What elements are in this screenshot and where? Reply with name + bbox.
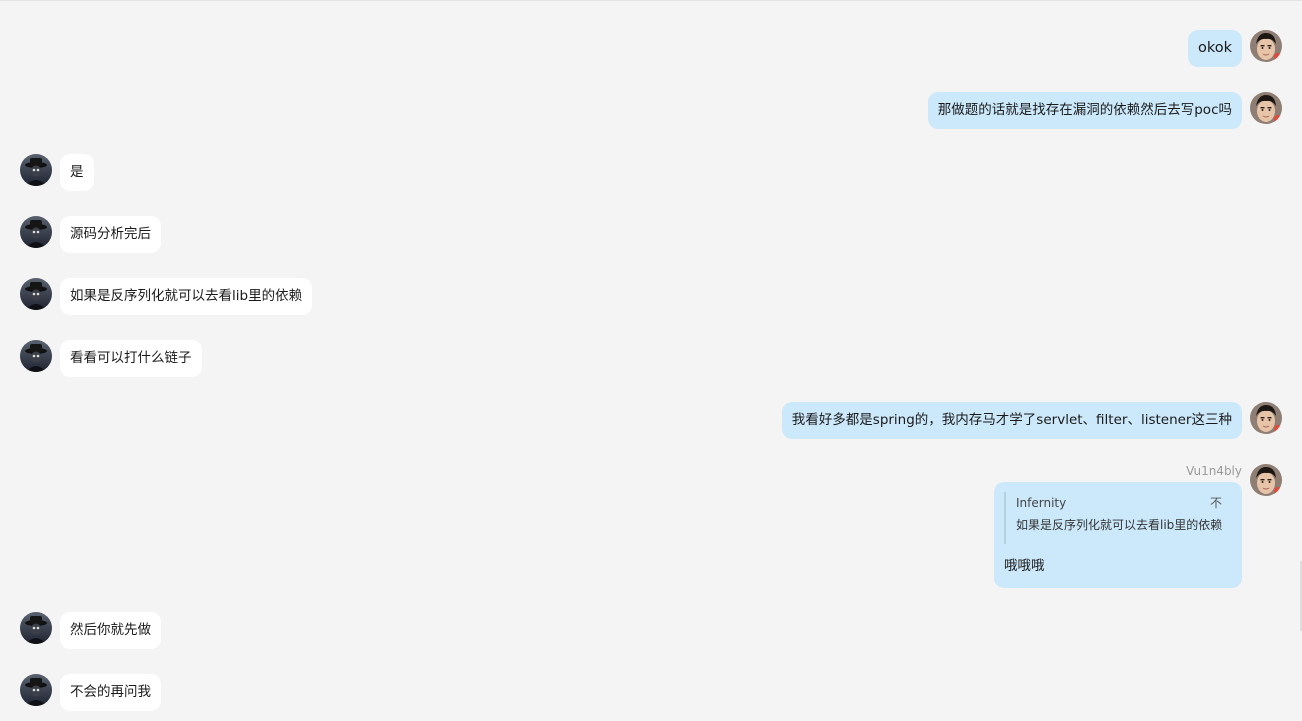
sender-name: Vu1n4bly — [1186, 464, 1242, 478]
reply-message-bubble[interactable]: Infernity 不 如果是反序列化就可以去看lib里的依赖 哦哦哦 — [994, 482, 1242, 588]
user-photo-avatar[interactable] — [1250, 30, 1282, 62]
message-bubble-peer[interactable]: 不会的再问我 — [60, 674, 161, 711]
hat-figure-avatar[interactable] — [20, 674, 52, 706]
reply-text: 哦哦哦 — [1004, 558, 1045, 574]
hat-figure-avatar[interactable] — [20, 154, 52, 186]
message-bubble-self[interactable]: 我看好多都是spring的，我内存马才学了servlet、filter、list… — [781, 402, 1242, 439]
quote-close-label: 不 — [1209, 496, 1222, 510]
message-bubble-self[interactable]: okok — [1187, 30, 1242, 67]
quoted-message[interactable]: Infernity 不 如果是反序列化就可以去看lib里的依赖 — [1004, 492, 1222, 544]
hat-figure-avatar[interactable] — [20, 278, 52, 310]
message-bubble-self[interactable]: 那做题的话就是找存在漏洞的依赖然后去写poc吗 — [927, 92, 1242, 129]
chat-message-area[interactable]: okok 那做题的话就是找存在漏洞的依赖然后去写poc吗 是 源码分析完后 如果… — [0, 0, 1302, 721]
user-photo-avatar[interactable] — [1250, 402, 1282, 434]
hat-figure-avatar[interactable] — [20, 612, 52, 644]
message-bubble-peer[interactable]: 源码分析完后 — [60, 216, 161, 253]
message-bubble-peer[interactable]: 看看可以打什么链子 — [60, 340, 202, 377]
message-bubble-peer[interactable]: 是 — [60, 154, 94, 191]
hat-figure-avatar[interactable] — [20, 340, 52, 372]
user-photo-avatar[interactable] — [1250, 92, 1282, 124]
quoted-text: 如果是反序列化就可以去看lib里的依赖 — [1016, 518, 1223, 532]
message-bubble-peer[interactable]: 如果是反序列化就可以去看lib里的依赖 — [60, 278, 313, 315]
user-photo-avatar[interactable] — [1250, 464, 1282, 496]
quoted-author: Infernity — [1016, 496, 1067, 510]
message-bubble-peer[interactable]: 然后你就先做 — [60, 612, 161, 649]
hat-figure-avatar[interactable] — [20, 216, 52, 248]
